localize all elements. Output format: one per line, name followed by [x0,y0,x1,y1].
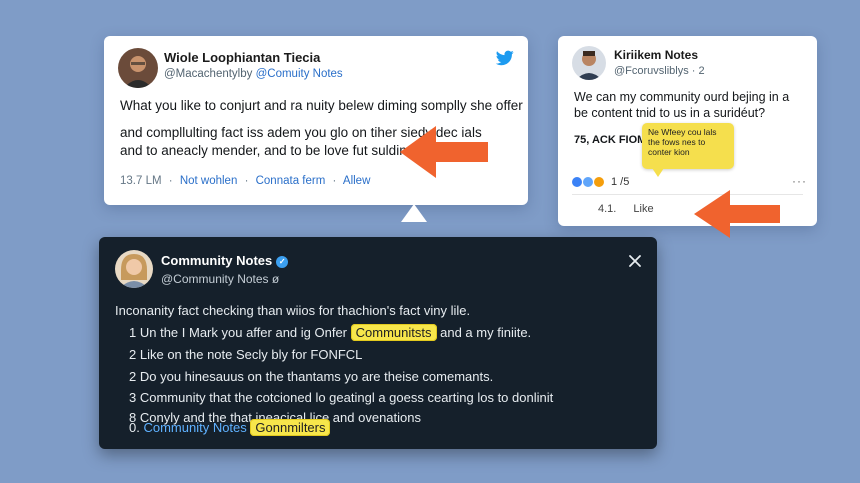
community-notes-title: Community Notes [161,253,273,268]
meta-link-2[interactable]: Connata ferm [256,175,326,187]
sticky-note: Ne Wfeey cou lals the fows nes to conter… [642,123,734,177]
notes-author-avatar[interactable] [572,46,606,80]
haha-reaction-icon [594,177,604,187]
highlight-tag[interactable]: Communitsts [350,324,437,341]
note-item-number: 0. [129,420,140,435]
like-reaction-icon [572,177,582,187]
notes-text-line: 75, ACK FIOM [574,134,647,146]
community-notes-name[interactable]: Community Notes ✓ [161,253,289,268]
view-count: 13.7 LM [120,175,162,187]
community-notes-avatar[interactable] [115,250,153,288]
note-item-text: Community that the cotcioned lo geatingl… [139,390,554,405]
twitter-bird-icon [496,50,514,66]
handle-suffix: ø [271,272,280,286]
community-notes-handle: @Community Notes ø [161,272,279,286]
separator: · [332,175,337,187]
meta-link-3[interactable]: Allew [343,175,370,187]
author-handle: @Macachentylby @Comuity Notes [164,68,343,80]
note-item: 3 Community that the cotcioned lo geatin… [129,390,553,405]
tweet-text-line: What you like to conjurt and ra nuity be… [120,98,523,113]
more-options-icon[interactable]: ··· [792,174,807,188]
note-item-number: 3 [129,390,137,405]
reactions[interactable]: 1 /5 [572,176,629,188]
pointer-arrow-icon [694,190,780,238]
note-item-text: Like on the note Secly bly for FONFCL [139,347,363,362]
note-item-number: 1 [129,325,137,340]
verified-badge-icon: ✓ [276,256,289,268]
note-item-text: Un the I Mark you affer and ig Onfer [139,325,348,340]
notes-text-line: be content tnid to us in a suridéut? [574,106,766,120]
reaction-count: 1 /5 [611,176,630,188]
note-item-number: 2 [129,369,137,384]
separator: · [168,175,173,187]
separator: · [244,175,249,187]
note-item-text: Do you hinesauus on the thantams yo are … [139,369,494,384]
notes-footer: 4.1. Like [598,203,654,215]
community-notes-link[interactable]: Community Notes [143,420,246,435]
like-button[interactable]: Like [633,203,653,215]
note-item: 1 Un the I Mark you affer and ig Onfer C… [129,324,532,341]
meta-link-1[interactable]: Not wohlen [180,175,238,187]
footer-count: 4.1. [598,203,617,215]
pointer-arrow-icon [400,126,488,178]
note-item-text: and a my finiite. [440,325,532,340]
author-avatar[interactable] [118,48,158,88]
tweet-meta: 13.7 LM · Not wohlen · Connata ferm · Al… [120,175,370,187]
note-item: 2 Like on the note Secly bly for FONFCL [129,347,362,362]
highlight-tag[interactable]: Gonnmilters [250,419,331,436]
notes-author-handle: @Fcoruvsliblys · 2 [614,65,705,77]
notes-intro: Inconanity fact checking than wiios for … [115,303,471,318]
note-item: 0. Community Notes Gonnmilters [129,419,331,436]
handle-link[interactable]: @Comuity Notes [256,68,343,80]
note-item-number: 2 [129,347,137,362]
notes-author-name[interactable]: Kiriikem Notes [614,48,698,62]
handle-prefix: @Macachentylby [164,68,253,80]
close-icon[interactable] [627,253,643,269]
popover-tail [401,204,427,222]
love-reaction-icon [583,177,593,187]
handle-text: @Community Notes [161,272,269,286]
notes-text-line: We can my community ourd bejing in a [574,90,790,104]
author-name[interactable]: Wiole Loophiantan Tiecia [164,50,320,65]
community-notes-popover: Community Notes ✓ @Community Notes ø Inco… [99,237,657,449]
note-item: 2 Do you hinesauus on the thantams yo ar… [129,369,493,384]
tweet-text-line: and to aneacly mender, and to be love fu… [120,143,418,158]
